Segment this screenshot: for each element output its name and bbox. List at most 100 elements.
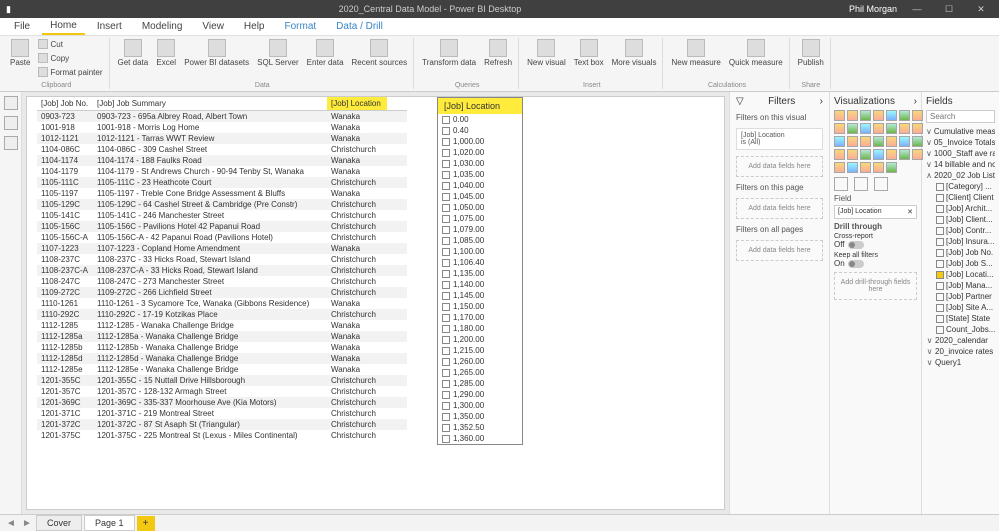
- paste-button[interactable]: Paste: [7, 38, 33, 79]
- viz-type-icon[interactable]: [912, 110, 923, 121]
- viz-type-icon[interactable]: [860, 162, 871, 173]
- table-row[interactable]: 1201-369C1201-369C - 335-337 Moorhouse A…: [37, 397, 407, 408]
- slicer-item[interactable]: 1,050.00: [438, 202, 522, 213]
- field-item[interactable]: [Job] Client...: [926, 214, 995, 225]
- viz-type-icon[interactable]: [834, 110, 845, 121]
- table-row[interactable]: 1104-086C1104-086C - 309 Cashel StreetCh…: [37, 144, 407, 155]
- slicer-item[interactable]: 1,180.00: [438, 323, 522, 334]
- table-node[interactable]: ∨05_Invoice Totals: [926, 137, 995, 148]
- text-box-button[interactable]: Text box: [571, 38, 607, 68]
- field-item[interactable]: [Job] Job S...: [926, 258, 995, 269]
- viz-type-icon[interactable]: [860, 123, 871, 134]
- page-tab-page1[interactable]: Page 1: [84, 515, 135, 531]
- table-row[interactable]: 1001-9181001-918 - Morris Log HomeWanaka: [37, 122, 407, 133]
- maximize-button[interactable]: ☐: [937, 4, 961, 15]
- viz-type-icon[interactable]: [847, 149, 858, 160]
- menu-insert[interactable]: Insert: [89, 19, 130, 34]
- drillthrough-well[interactable]: Add drill-through fields here: [834, 272, 917, 300]
- viz-type-icon[interactable]: [886, 162, 897, 173]
- viz-type-icon[interactable]: [834, 123, 845, 134]
- menu-data-drill[interactable]: Data / Drill: [328, 19, 391, 34]
- add-page-filter-well[interactable]: Add data fields here: [736, 198, 823, 219]
- viz-type-icon[interactable]: [886, 123, 897, 134]
- field-item[interactable]: [Job] Site A...: [926, 302, 995, 313]
- slicer-item[interactable]: 1,140.00: [438, 279, 522, 290]
- format-tab-icon[interactable]: [854, 177, 868, 191]
- viz-type-icon[interactable]: [899, 149, 910, 160]
- analytics-tab-icon[interactable]: [874, 177, 888, 191]
- table-row[interactable]: 1110-292C1110-292C - 17-19 Kotzikas Plac…: [37, 309, 407, 320]
- table-row[interactable]: 1201-375C1201-375C - 225 Montreal St (Le…: [37, 430, 407, 441]
- table-node[interactable]: ∨14 billable and non: [926, 159, 995, 170]
- slicer-item[interactable]: 1,030.00: [438, 158, 522, 169]
- slicer-item[interactable]: 1,100.00: [438, 246, 522, 257]
- report-view-icon[interactable]: [4, 96, 18, 110]
- menu-home[interactable]: Home: [42, 18, 85, 35]
- field-item[interactable]: [Job] Insura...: [926, 236, 995, 247]
- viz-type-icon[interactable]: [860, 136, 871, 147]
- viz-type-icon[interactable]: [912, 123, 923, 134]
- add-all-filter-well[interactable]: Add data fields here: [736, 240, 823, 261]
- table-row[interactable]: 1112-1285e1112-1285e - Wanaka Challenge …: [37, 364, 407, 375]
- sql-server-button[interactable]: SQL Server: [254, 38, 302, 68]
- viz-type-icon[interactable]: [834, 136, 845, 147]
- more-visuals-button[interactable]: More visuals: [609, 38, 660, 68]
- slicer-item[interactable]: 1,285.00: [438, 378, 522, 389]
- report-canvas[interactable]: [Job] Job No. [Job] Job Summary [Job] Lo…: [26, 96, 725, 510]
- table-row[interactable]: 1201-357C1201-357C - 128-132 Armagh Stre…: [37, 386, 407, 397]
- menu-help[interactable]: Help: [236, 19, 273, 34]
- table-row[interactable]: 1110-12611110-1261 - 3 Sycamore Tce, Wan…: [37, 298, 407, 309]
- data-view-icon[interactable]: [4, 116, 18, 130]
- slicer-item[interactable]: 1,265.00: [438, 367, 522, 378]
- table-row[interactable]: 1107-12231107-1223 - Copland Home Amendm…: [37, 243, 407, 254]
- table-row[interactable]: 1109-272C1109-272C - 266 Lichfield Stree…: [37, 287, 407, 298]
- viz-type-icon[interactable]: [873, 162, 884, 173]
- slicer-item[interactable]: 0.00: [438, 114, 522, 125]
- table-row[interactable]: 1012-11211012-1121 - Tarras WWT ReviewWa…: [37, 133, 407, 144]
- viz-type-icon[interactable]: [847, 162, 858, 173]
- field-item[interactable]: [Job] Job No.: [926, 247, 995, 258]
- table-row[interactable]: 1112-12851112-1285 - Wanaka Challenge Br…: [37, 320, 407, 331]
- field-item[interactable]: [State] State: [926, 313, 995, 324]
- slicer-item[interactable]: 1,040.00: [438, 180, 522, 191]
- table-row[interactable]: 1104-11791104-1179 - St Andrews Church -…: [37, 166, 407, 177]
- user-name[interactable]: Phil Morgan: [849, 4, 897, 14]
- slicer-item[interactable]: 1,260.00: [438, 356, 522, 367]
- table-row[interactable]: 1104-11741104-1174 - 188 Faulks RoadWana…: [37, 155, 407, 166]
- slicer-item[interactable]: 1,145.00: [438, 290, 522, 301]
- viz-type-icon[interactable]: [899, 136, 910, 147]
- get-data-button[interactable]: Get data: [115, 38, 152, 68]
- enter-data-button[interactable]: Enter data: [304, 38, 347, 68]
- table-row[interactable]: 1105-129C1105-129C - 64 Cashel Street & …: [37, 199, 407, 210]
- publish-button[interactable]: Publish: [795, 38, 827, 68]
- page-tab-cover[interactable]: Cover: [36, 515, 82, 531]
- slicer-item[interactable]: 1,079.00: [438, 224, 522, 235]
- close-button[interactable]: ✕: [969, 4, 993, 15]
- viz-type-icon[interactable]: [834, 162, 845, 173]
- table-row[interactable]: 1105-156C-A1105-156C-A - 42 Papanui Road…: [37, 232, 407, 243]
- viz-type-icon[interactable]: [873, 149, 884, 160]
- quick-measure-button[interactable]: Quick measure: [726, 38, 786, 68]
- slicer-item[interactable]: 1,135.00: [438, 268, 522, 279]
- collapse-viz-icon[interactable]: ›: [914, 96, 917, 107]
- field-item[interactable]: [Job] Archit...: [926, 203, 995, 214]
- viz-type-icon[interactable]: [886, 136, 897, 147]
- table-row[interactable]: 1112-1285b1112-1285b - Wanaka Challenge …: [37, 342, 407, 353]
- field-well[interactable]: [Job] Location✕: [834, 205, 917, 219]
- table-node[interactable]: ∨2020_calendar: [926, 335, 995, 346]
- field-item[interactable]: [Job] Mana...: [926, 280, 995, 291]
- slicer-item[interactable]: 1,085.00: [438, 235, 522, 246]
- menu-file[interactable]: File: [6, 19, 38, 34]
- viz-type-icon[interactable]: [860, 110, 871, 121]
- recent-sources-button[interactable]: Recent sources: [349, 38, 411, 68]
- filter-card[interactable]: [Job] Location is (All): [736, 128, 823, 150]
- model-view-icon[interactable]: [4, 136, 18, 150]
- slicer-item[interactable]: 1,200.00: [438, 334, 522, 345]
- refresh-button[interactable]: Refresh: [481, 38, 515, 68]
- viz-type-icon[interactable]: [834, 149, 845, 160]
- table-row[interactable]: 1112-1285d1112-1285d - Wanaka Challenge …: [37, 353, 407, 364]
- slicer-item[interactable]: 1,290.00: [438, 389, 522, 400]
- viz-type-icon[interactable]: [912, 149, 923, 160]
- new-visual-button[interactable]: New visual: [524, 38, 569, 68]
- slicer-item[interactable]: 1,150.00: [438, 301, 522, 312]
